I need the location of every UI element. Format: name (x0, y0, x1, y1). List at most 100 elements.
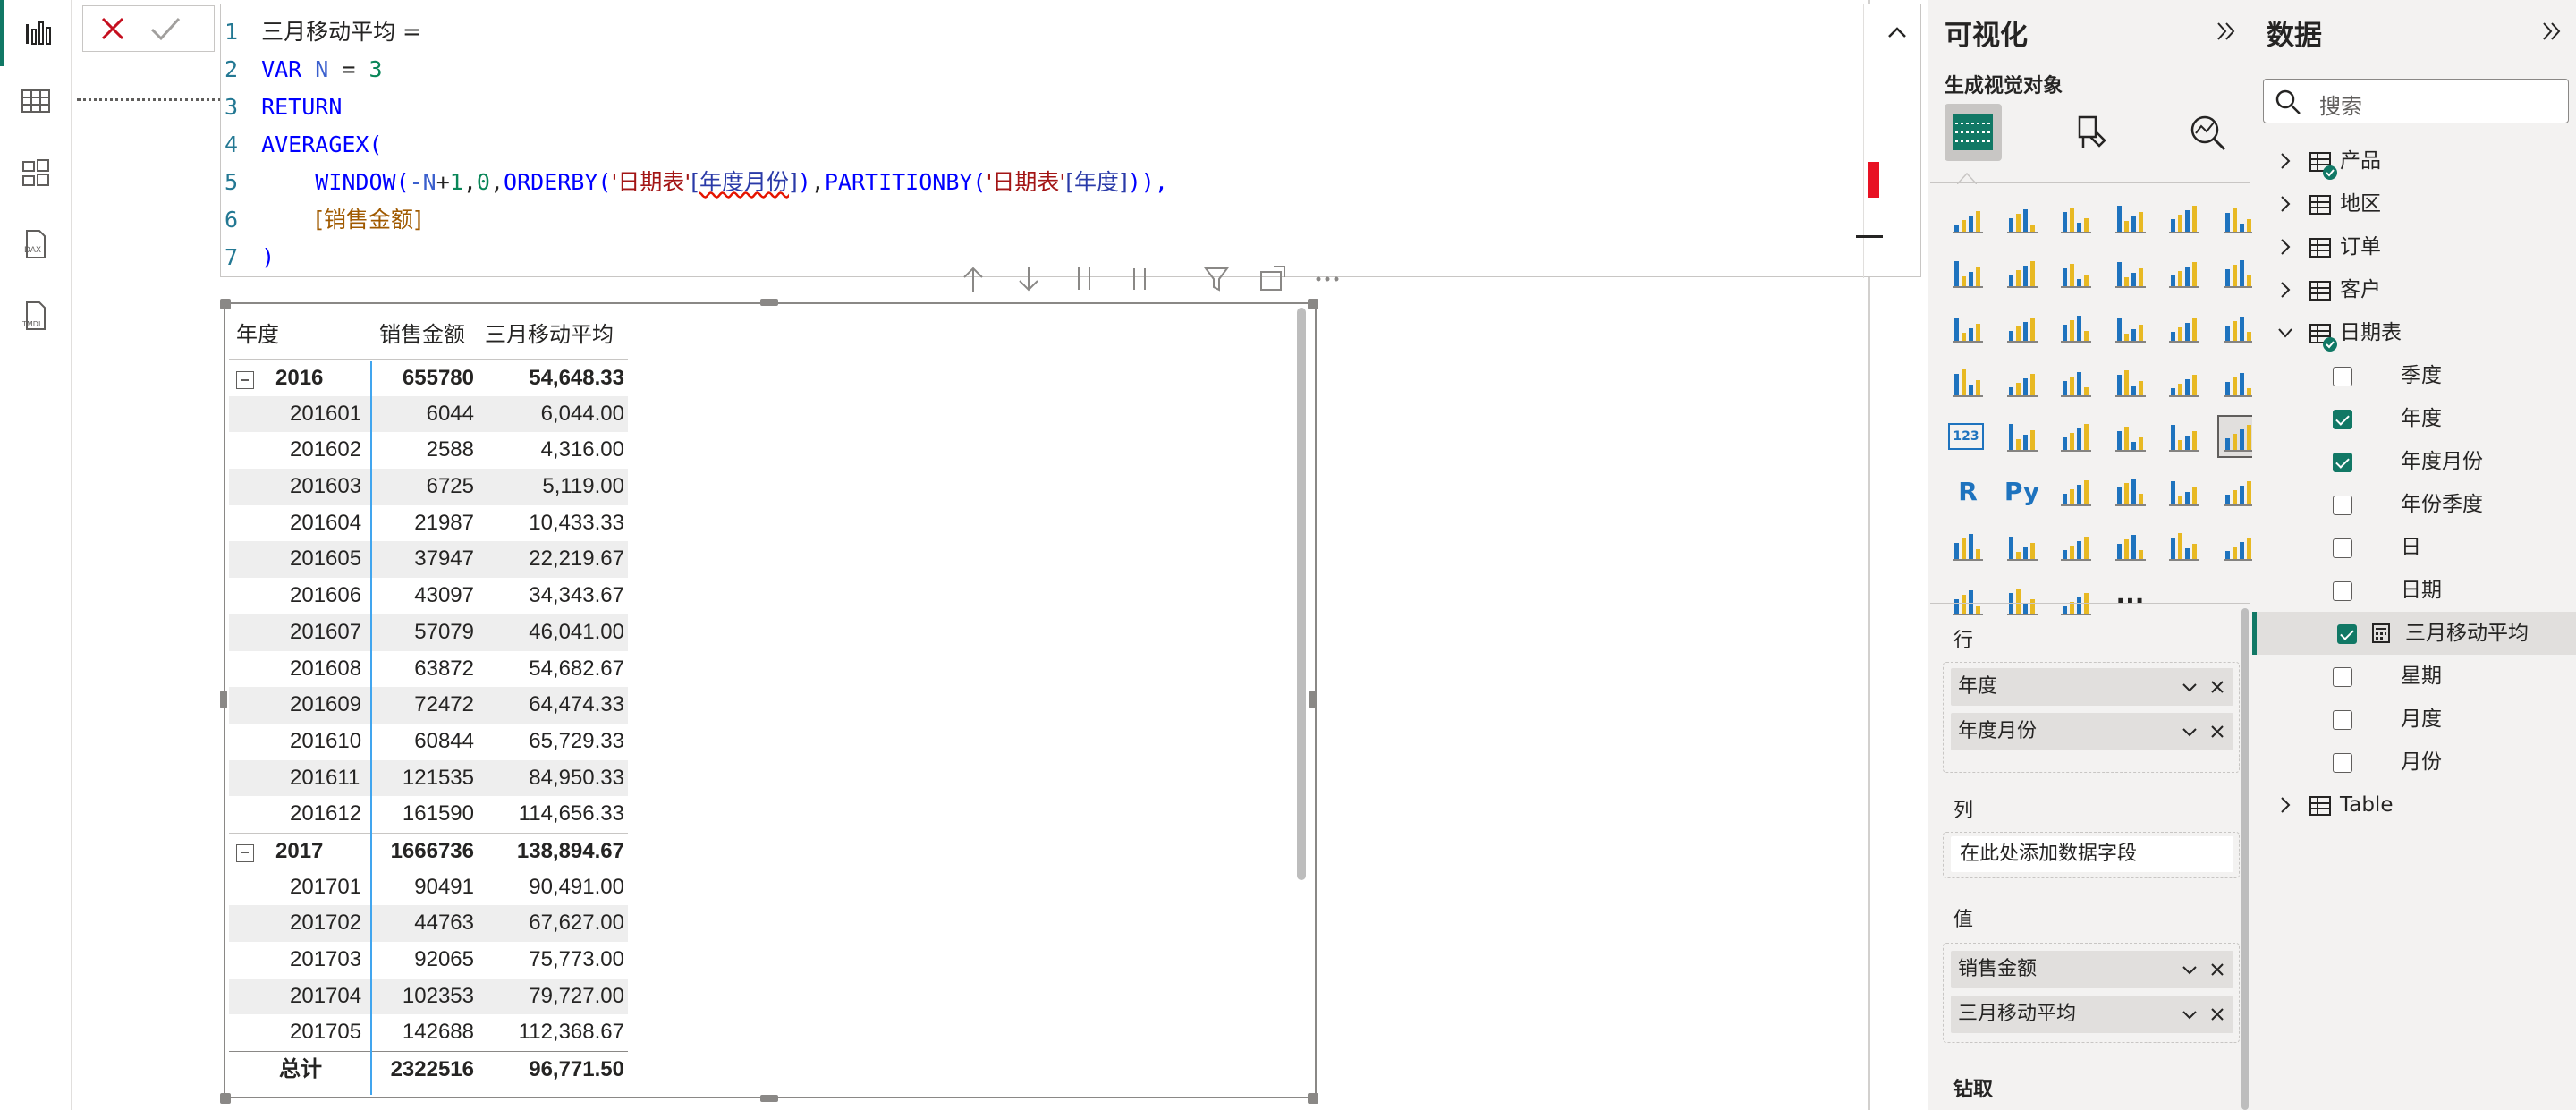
r-visual-icon[interactable]: R (1948, 471, 1987, 511)
collapse-pane-icon[interactable] (2213, 18, 2240, 45)
resize-handle-right[interactable] (1309, 691, 1317, 708)
tmdl-view-icon[interactable]: TMDL (0, 283, 72, 349)
chevron-down-icon[interactable] (2180, 951, 2199, 988)
stacked-area-chart-icon[interactable] (2056, 253, 2096, 292)
scatter-chart-icon[interactable] (2111, 308, 2150, 347)
table-node[interactable]: 日期表 (2252, 311, 2576, 354)
columns-well[interactable]: 在此处添加数据字段 (1943, 832, 2240, 878)
table-row[interactable]: 201611 121535 84,950.33 (229, 759, 628, 797)
filled-map-icon[interactable] (2056, 362, 2096, 402)
resize-handle-left[interactable] (220, 691, 227, 708)
field-checkbox[interactable] (2333, 410, 2352, 429)
filter-icon[interactable] (1200, 263, 1233, 295)
remove-field-icon[interactable] (2208, 668, 2226, 706)
funnel-chart-icon[interactable] (2056, 308, 2096, 347)
table-row[interactable]: 201605 37947 22,219.67 (229, 541, 628, 579)
field-node[interactable]: 月度 (2252, 698, 2576, 741)
line-chart-icon[interactable] (1948, 253, 1987, 292)
values-well[interactable]: 销售金额 三月移动平均 (1943, 943, 2240, 1043)
chevron-right-icon[interactable] (2277, 281, 2293, 299)
field-node-measure[interactable]: 三月移动平均 (2252, 612, 2576, 655)
power-apps-icon[interactable] (2165, 526, 2204, 565)
expand-all-icon[interactable] (1123, 263, 1156, 295)
treemap-icon[interactable] (1948, 362, 1987, 402)
table-row[interactable]: 201610 60844 65,729.33 (229, 724, 628, 760)
remove-field-icon[interactable] (2208, 713, 2226, 750)
ribbon-chart-icon[interactable] (1948, 308, 1987, 347)
table-icon[interactable] (2165, 417, 2204, 456)
kpi-icon[interactable] (2056, 417, 2096, 456)
visualizations-scrollbar[interactable] (2241, 608, 2249, 1110)
chevron-down-icon[interactable] (2180, 668, 2199, 706)
field-node[interactable]: 月份 (2252, 741, 2576, 784)
remove-field-icon[interactable] (2208, 996, 2226, 1033)
model-view-icon[interactable] (0, 140, 72, 206)
collapse-data-pane-icon[interactable] (2538, 18, 2565, 45)
resize-handle-bottom[interactable] (760, 1095, 778, 1102)
collapse-row-icon[interactable] (236, 371, 254, 389)
field-node[interactable]: 星期 (2252, 655, 2576, 698)
table-row[interactable]: 201601 6044 6,044.00 (229, 395, 628, 433)
collapse-row-icon[interactable] (236, 843, 254, 862)
waterfall-chart-icon[interactable] (2003, 308, 2042, 347)
field-checkbox[interactable] (2333, 538, 2352, 558)
line-clustered-column-icon[interactable] (2165, 253, 2204, 292)
field-checkbox[interactable] (2333, 667, 2352, 687)
field-node[interactable]: 年份季度 (2252, 483, 2576, 526)
remove-field-icon[interactable] (2208, 951, 2226, 988)
table-row[interactable]: 201604 21987 10,433.33 (229, 505, 628, 542)
field-checkbox[interactable] (2333, 496, 2352, 515)
build-visual-tab[interactable] (1945, 104, 2002, 161)
azure-map-icon[interactable] (2165, 362, 2204, 402)
paginated-report-icon[interactable] (2003, 526, 2042, 565)
table-view-icon[interactable] (0, 68, 72, 134)
power-apps-alt-icon[interactable] (2003, 580, 2042, 620)
values-field-moving-avg[interactable]: 三月移动平均 (1951, 996, 2233, 1033)
key-influencers-icon[interactable] (2056, 471, 2096, 511)
chevron-up-icon[interactable] (1885, 21, 1910, 46)
drill-down-icon[interactable] (1013, 263, 1045, 295)
table-node[interactable]: 产品 (2252, 140, 2576, 182)
field-checkbox[interactable] (2333, 453, 2352, 472)
card-new-icon[interactable] (2056, 526, 2096, 565)
slicer-icon[interactable] (2111, 417, 2150, 456)
more-visuals-icon[interactable]: ··· (2111, 580, 2150, 620)
button-slicer-icon[interactable] (2111, 526, 2150, 565)
field-node[interactable]: 季度 (2252, 354, 2576, 397)
narrative-icon[interactable] (2056, 580, 2096, 620)
chevron-right-icon[interactable] (2277, 796, 2293, 814)
dax-formula-editor[interactable]: 1 三月移动平均 = 2 VAR N = 3 3 RETURN 4 AVERAG… (220, 4, 1921, 278)
field-checkbox[interactable] (2333, 753, 2352, 773)
table-node[interactable]: 订单 (2252, 225, 2576, 268)
report-view-icon[interactable] (0, 0, 72, 66)
metrics-icon[interactable] (1948, 526, 1987, 565)
table-row[interactable]: 201703 92065 75,773.00 (229, 942, 628, 979)
table-row[interactable]: 201702 44763 67,627.00 (229, 905, 628, 942)
area-chart-icon[interactable] (2003, 253, 2042, 292)
values-field-sales[interactable]: 销售金额 (1951, 951, 2233, 988)
year-row[interactable]: 2017 1666736 138,894.67 (229, 832, 628, 869)
table-row[interactable]: 201603 6725 5,119.00 (229, 469, 628, 505)
header-sales[interactable]: 销售金额 (379, 317, 465, 348)
chevron-right-icon[interactable] (2277, 238, 2293, 256)
field-node[interactable]: 年度 (2252, 397, 2576, 440)
field-checkbox[interactable] (2333, 581, 2352, 601)
clustered-bar-chart-icon[interactable] (2056, 199, 2096, 238)
chevron-down-icon[interactable] (2277, 326, 2293, 340)
chevron-right-icon[interactable] (2277, 152, 2293, 170)
arcgis-map-icon[interactable] (1948, 580, 1987, 620)
clustered-column-chart-icon[interactable] (2111, 199, 2150, 238)
chevron-right-icon[interactable] (2277, 195, 2293, 213)
table-node[interactable]: 客户 (2252, 268, 2576, 311)
rows-field-yearmonth[interactable]: 年度月份 (1951, 713, 2233, 750)
multi-row-card-icon[interactable] (2003, 417, 2042, 456)
data-search-box[interactable]: 搜索 (2263, 79, 2569, 123)
table-row[interactable]: 201602 2588 4,316.00 (229, 432, 628, 469)
next-level-icon[interactable] (1068, 263, 1100, 295)
rows-field-year[interactable]: 年度 (1951, 668, 2233, 706)
python-visual-icon[interactable]: Py (2003, 471, 2042, 511)
resize-handle-bottom-right[interactable] (1308, 1093, 1318, 1104)
rows-well[interactable]: 年度 年度月份 (1943, 662, 2240, 773)
commit-icon[interactable] (149, 15, 182, 42)
stacked-column-chart-icon[interactable] (2003, 199, 2042, 238)
